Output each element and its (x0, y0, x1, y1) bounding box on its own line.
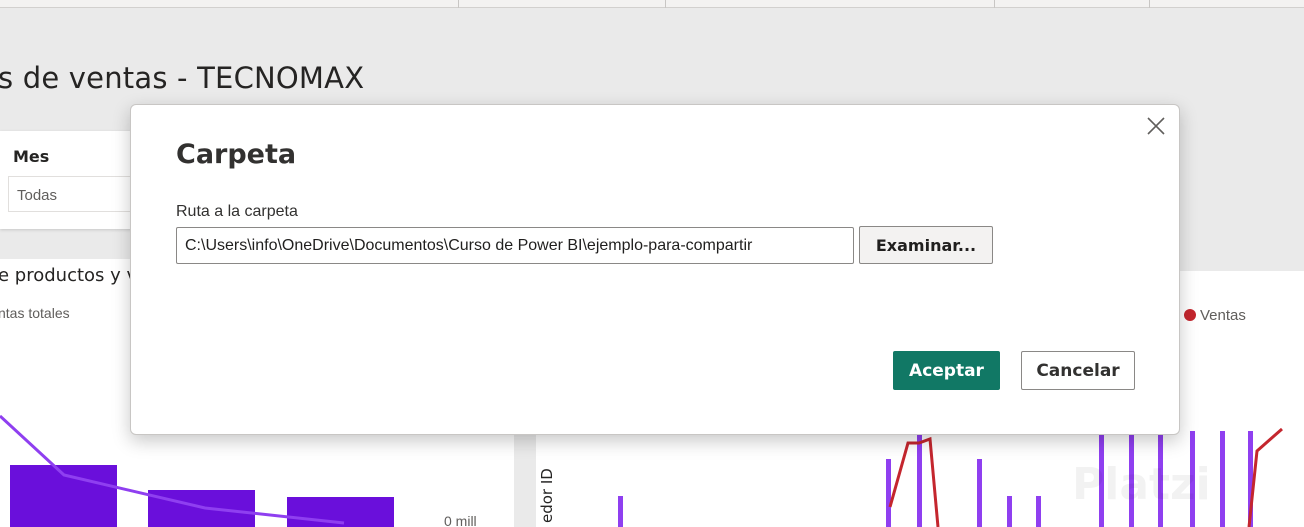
ribbon-separator (458, 0, 459, 8)
chart-bar[interactable] (886, 459, 891, 527)
ribbon-separator (665, 0, 666, 8)
browse-button[interactable]: Examinar... (859, 226, 993, 264)
folder-dialog: Carpeta Ruta a la carpeta Examinar... Ac… (130, 104, 1180, 435)
ribbon-separator (1149, 0, 1150, 8)
chart-bar[interactable] (1036, 496, 1041, 527)
chart-bar[interactable] (977, 459, 982, 527)
chart-bar[interactable] (1007, 496, 1012, 527)
chart-line (1247, 427, 1283, 527)
path-field-label: Ruta a la carpeta (176, 203, 298, 220)
report-title: s de ventas - TECNOMAX (0, 61, 365, 95)
cancel-button[interactable]: Cancelar (1021, 351, 1135, 390)
chart-line (888, 436, 940, 527)
slicer-value: Todas (17, 187, 58, 204)
slicer-title: Mes (13, 147, 50, 166)
ribbon-strip (0, 0, 1304, 8)
folder-path-input[interactable] (176, 227, 854, 264)
y-axis-label: edor ID (538, 468, 556, 523)
watermark-logo: Platzi (1072, 459, 1211, 510)
chart-bar[interactable] (618, 496, 623, 527)
chart-bar[interactable] (1220, 431, 1225, 527)
ribbon-separator (994, 0, 995, 8)
chart-bar[interactable] (917, 431, 922, 527)
axis-label: 0 mill (444, 513, 477, 527)
ok-button[interactable]: Aceptar (893, 351, 1000, 390)
month-slicer[interactable]: Mes Todas (0, 131, 140, 229)
dialog-title: Carpeta (176, 139, 297, 170)
close-icon[interactable] (1145, 115, 1167, 137)
